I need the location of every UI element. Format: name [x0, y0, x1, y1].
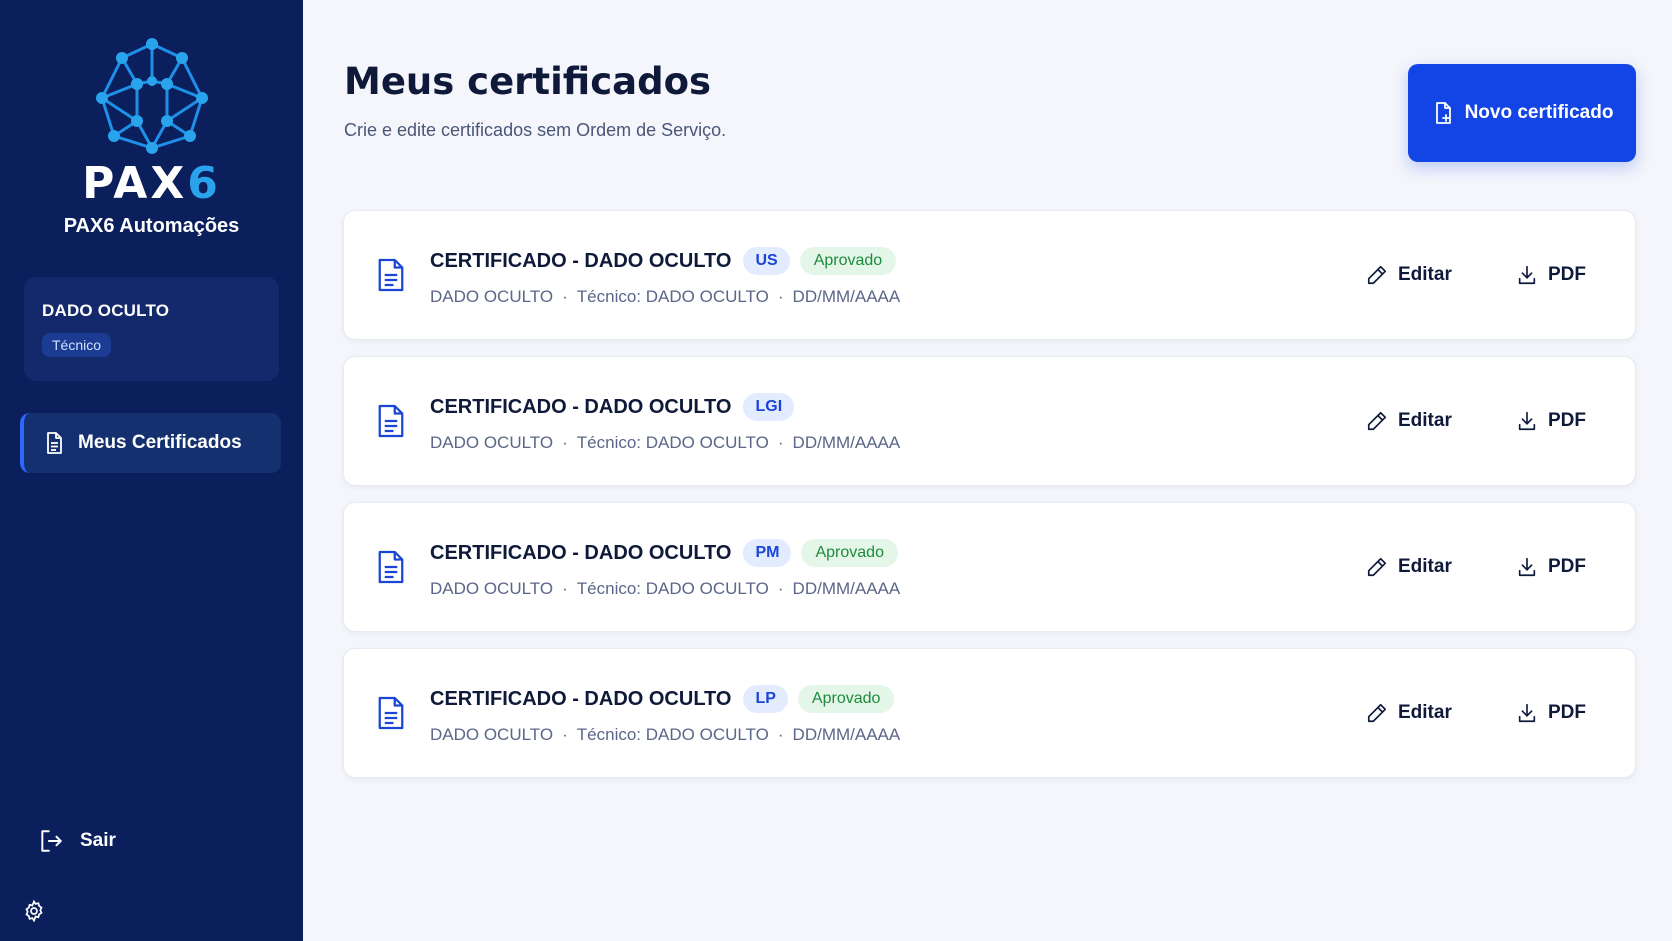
user-name: DADO OCULTO [42, 301, 170, 320]
certificate-card: CERTIFICADO - DADO OCULTO PM Aprovado DA… [343, 502, 1636, 632]
certificate-card: CERTIFICADO - DADO OCULTO LP Aprovado DA… [343, 648, 1636, 778]
client-name: DADO OCULTO [430, 579, 554, 598]
status-badge: Aprovado [797, 685, 895, 713]
sidebar-item-meus-certificados[interactable]: Meus Certificados [20, 413, 281, 473]
certificate-meta: DADO OCULTO · Técnico: DADO OCULTO · DD/MM/A… [430, 287, 901, 306]
edit-label: Editar [1398, 702, 1452, 723]
pdf-download-button[interactable]: PDF [1516, 556, 1586, 578]
new-certificate-label: Novo certificado [1464, 102, 1614, 123]
document-icon [378, 258, 404, 292]
edit-button[interactable]: Editar [1366, 264, 1452, 286]
certificate-meta: DADO OCULTO · Técnico: DADO OCULTO · DD/MM/A… [430, 725, 901, 744]
edit-label: Editar [1398, 410, 1452, 431]
certificate-card: CERTIFICADO - DADO OCULTO LGI DADO OCULT… [343, 356, 1636, 486]
brain-network-logo-icon [95, 38, 208, 154]
brand: PAX6 PAX6 Automações [0, 36, 303, 238]
technician: Técnico: DADO OCULTO [576, 433, 769, 452]
document-icon [378, 696, 404, 730]
technician: Técnico: DADO OCULTO [576, 579, 769, 598]
date: DD/MM/AAAA [792, 725, 901, 744]
edit-label: Editar [1398, 556, 1452, 577]
pdf-label: PDF [1548, 410, 1586, 431]
download-icon [1518, 557, 1536, 577]
edit-button[interactable]: Editar [1366, 410, 1452, 432]
client-name: DADO OCULTO [430, 287, 554, 306]
certificate-list: CERTIFICADO - DADO OCULTO US Aprovado DA… [343, 210, 1636, 794]
sidebar: PAX6 PAX6 Automações DADO OCULTO Técnico… [0, 0, 303, 941]
pencil-icon [1367, 265, 1387, 285]
technician: Técnico: DADO OCULTO [576, 287, 769, 306]
certificate-meta: DADO OCULTO · Técnico: DADO OCULTO · DD/MM/A… [430, 579, 901, 598]
date: DD/MM/AAAA [792, 287, 901, 306]
brand-name: PAX6 Automações [63, 215, 240, 237]
document-icon [378, 550, 404, 584]
code-badge: US [743, 247, 790, 275]
file-plus-icon [1435, 102, 1451, 124]
gear-icon[interactable] [22, 899, 46, 923]
certificate-title: CERTIFICADO - DADO OCULTO [430, 541, 732, 564]
pencil-icon [1367, 411, 1387, 431]
pdf-download-button[interactable]: PDF [1516, 410, 1586, 432]
code-badge: LGI [743, 393, 795, 421]
logout-label: Sair [80, 830, 116, 851]
date: DD/MM/AAAA [792, 433, 901, 452]
certificate-meta: DADO OCULTO · Técnico: DADO OCULTO · DD/MM/A… [430, 433, 901, 452]
pencil-icon [1367, 703, 1387, 723]
pdf-download-button[interactable]: PDF [1516, 264, 1586, 286]
status-badge: Aprovado [799, 247, 897, 275]
client-name: DADO OCULTO [430, 725, 554, 744]
page-subtitle: Crie e edite certificados sem Ordem de S… [344, 120, 727, 140]
pdf-label: PDF [1548, 264, 1586, 285]
brand-wordmark: PAX6 [82, 158, 221, 209]
date: DD/MM/AAAA [792, 579, 901, 598]
certificate-title: CERTIFICADO - DADO OCULTO [430, 395, 732, 418]
edit-label: Editar [1398, 264, 1452, 285]
page-title: Meus certificados [344, 60, 712, 103]
certificate-card: CERTIFICADO - DADO OCULTO US Aprovado DA… [343, 210, 1636, 340]
certificate-title: CERTIFICADO - DADO OCULTO [430, 687, 732, 710]
download-icon [1518, 703, 1536, 723]
download-icon [1518, 411, 1536, 431]
certificate-title: CERTIFICADO - DADO OCULTO [430, 249, 732, 272]
new-certificate-button[interactable]: Novo certificado [1408, 64, 1636, 162]
logout-button[interactable]: Sair [38, 828, 116, 854]
pencil-icon [1367, 557, 1387, 577]
status-badge: Aprovado [801, 539, 898, 567]
role-badge: Técnico [42, 333, 112, 357]
main-content: Meus certificados Crie e edite certifica… [303, 0, 1672, 941]
client-name: DADO OCULTO [430, 433, 554, 452]
technician: Técnico: DADO OCULTO [576, 725, 769, 744]
edit-button[interactable]: Editar [1366, 702, 1452, 724]
pdf-download-button[interactable]: PDF [1516, 702, 1586, 724]
user-card: DADO OCULTO Técnico [24, 277, 279, 381]
edit-button[interactable]: Editar [1366, 556, 1452, 578]
logout-icon [41, 830, 62, 852]
sidebar-item-label: Meus Certificados [78, 432, 242, 453]
code-badge: LP [743, 685, 788, 713]
pdf-label: PDF [1548, 702, 1586, 723]
download-icon [1518, 265, 1536, 285]
code-badge: PM [743, 539, 792, 567]
document-icon [47, 432, 62, 454]
document-icon [378, 404, 404, 438]
pdf-label: PDF [1548, 556, 1586, 577]
